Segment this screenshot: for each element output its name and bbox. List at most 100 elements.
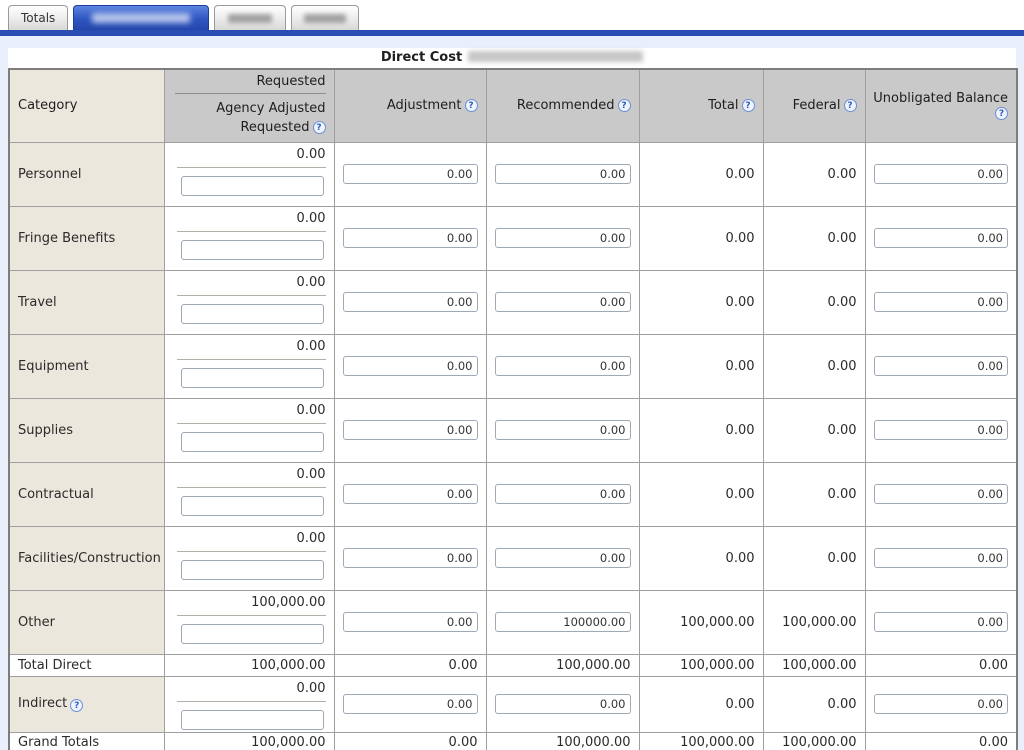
tab-totals[interactable]: Totals bbox=[8, 5, 69, 30]
recommended-input-cell bbox=[485, 141, 640, 207]
adjustment-input[interactable] bbox=[342, 420, 478, 441]
cell-divider bbox=[176, 358, 326, 360]
federal-value: 0.00 bbox=[762, 525, 866, 591]
column-header-category: Category bbox=[8, 68, 165, 143]
agency-adjusted-requested-input[interactable] bbox=[180, 303, 324, 324]
unobligated-balance-input[interactable] bbox=[873, 420, 1008, 441]
table-row-equipment: Equipment 0.00 0.00 0.00 bbox=[8, 333, 1018, 399]
federal-value: 100,000.00 bbox=[762, 589, 866, 655]
requested-value: 0.00 bbox=[296, 680, 326, 696]
unobligated-total-value: 0.00 bbox=[864, 653, 1018, 677]
requested-header-label: Requested bbox=[256, 74, 326, 89]
category-label: Grand Totals bbox=[18, 735, 100, 750]
help-icon[interactable]: ? bbox=[741, 99, 755, 113]
adjustment-input-cell bbox=[333, 205, 487, 271]
agency-adjusted-requested-input[interactable] bbox=[180, 431, 324, 452]
unobligated-balance-input[interactable] bbox=[873, 694, 1008, 715]
federal-value: 0.00 bbox=[762, 461, 866, 527]
requested-value: 0.00 bbox=[296, 466, 326, 482]
cell-divider bbox=[176, 422, 326, 424]
adjustment-total-value: 0.00 bbox=[333, 653, 487, 677]
column-header-adjustment: Adjustment? bbox=[333, 68, 487, 143]
unobligated-balance-input[interactable] bbox=[873, 292, 1008, 313]
unobligated-balance-input-cell bbox=[864, 525, 1018, 591]
total-value: 0.00 bbox=[638, 205, 764, 271]
recommended-input[interactable] bbox=[494, 292, 631, 313]
recommended-input[interactable] bbox=[494, 548, 631, 569]
agency-adjusted-requested-input[interactable] bbox=[180, 175, 324, 196]
table-row-grand-totals: Grand Totals 100,000.00 0.00 100,000.00 100,… bbox=[8, 731, 1018, 750]
agency-adjusted-requested-input[interactable] bbox=[180, 623, 324, 644]
requested-value: 100,000.00 bbox=[251, 594, 326, 610]
recommended-input[interactable] bbox=[494, 694, 631, 715]
adjustment-input-cell bbox=[333, 269, 487, 335]
recommended-input[interactable] bbox=[494, 228, 631, 249]
help-icon[interactable]: ? bbox=[843, 99, 857, 113]
requested-cell: 0.00 bbox=[163, 205, 335, 271]
unobligated-balance-input-cell bbox=[864, 461, 1018, 527]
column-header-total: Total? bbox=[638, 68, 764, 143]
help-icon[interactable]: ? bbox=[464, 99, 478, 113]
adjustment-input[interactable] bbox=[342, 228, 478, 249]
help-icon[interactable]: ? bbox=[617, 99, 631, 113]
total-value: 0.00 bbox=[638, 461, 764, 527]
redacted-tab-label bbox=[304, 13, 347, 23]
unobligated-balance-input[interactable] bbox=[873, 164, 1008, 185]
adjustment-input[interactable] bbox=[342, 164, 478, 185]
recommended-total-value: 100,000.00 bbox=[485, 731, 640, 750]
requested-cell: 0.00 bbox=[163, 269, 335, 335]
adjustment-input[interactable] bbox=[342, 548, 478, 569]
unobligated-balance-input[interactable] bbox=[873, 356, 1008, 377]
category-cell: Personnel bbox=[8, 141, 165, 207]
unobligated-balance-input[interactable] bbox=[873, 548, 1008, 569]
requested-value: 0.00 bbox=[296, 530, 326, 546]
recommended-input[interactable] bbox=[494, 484, 631, 505]
table-row-facilities-construction: Facilities/Construction 0.00 0.00 0.00 bbox=[8, 525, 1018, 591]
requested-value: 0.00 bbox=[296, 338, 326, 354]
category-label: Personnel bbox=[18, 166, 82, 182]
adjustment-input-cell bbox=[333, 397, 487, 463]
tab-active-redacted[interactable] bbox=[73, 5, 210, 30]
recommended-input[interactable] bbox=[494, 164, 631, 185]
recommended-input[interactable] bbox=[494, 356, 631, 377]
requested-cell: 0.00 bbox=[163, 141, 335, 207]
recommended-input[interactable] bbox=[494, 612, 631, 633]
agency-adjusted-requested-input[interactable] bbox=[180, 559, 324, 580]
tab-redacted-2[interactable] bbox=[214, 5, 287, 30]
help-icon[interactable]: ? bbox=[995, 106, 1008, 120]
adjustment-input[interactable] bbox=[342, 694, 478, 715]
federal-value: 100,000.00 bbox=[762, 731, 866, 750]
unobligated-balance-input[interactable] bbox=[873, 484, 1008, 505]
adjustment-input[interactable] bbox=[342, 356, 478, 377]
adjustment-input-cell bbox=[333, 333, 487, 399]
unobligated-balance-input[interactable] bbox=[873, 612, 1008, 633]
help-icon[interactable]: ? bbox=[312, 120, 326, 134]
tab-redacted-3[interactable] bbox=[291, 5, 360, 30]
recommended-input[interactable] bbox=[494, 420, 631, 441]
unobligated-balance-input[interactable] bbox=[873, 228, 1008, 249]
category-label: Supplies bbox=[18, 422, 73, 438]
help-icon[interactable]: ? bbox=[70, 699, 84, 713]
tab-content-area: Direct Cost Category Requested Agency Ad… bbox=[0, 36, 1024, 750]
recommended-input-cell bbox=[485, 525, 640, 591]
tab-strip: Totals bbox=[0, 0, 1024, 30]
category-cell: Fringe Benefits bbox=[8, 205, 165, 271]
table-row-fringe-benefits: Fringe Benefits 0.00 0.00 0.00 bbox=[8, 205, 1018, 271]
agency-adjusted-requested-input[interactable] bbox=[180, 709, 324, 730]
adjustment-input[interactable] bbox=[342, 484, 478, 505]
total-value: 0.00 bbox=[638, 525, 764, 591]
column-header-requested: Requested Agency Adjusted Requested? bbox=[163, 68, 335, 143]
column-header-recommended: Recommended? bbox=[485, 68, 640, 143]
sheet-title: Direct Cost bbox=[8, 48, 1016, 68]
table-row-total-direct: Total Direct 100,000.00 0.00 100,000.00 100,… bbox=[8, 653, 1018, 677]
adjustment-input[interactable] bbox=[342, 612, 478, 633]
category-label: Other bbox=[18, 614, 55, 630]
agency-adjusted-requested-input[interactable] bbox=[180, 495, 324, 516]
unobligated-balance-input-cell bbox=[864, 675, 1018, 733]
requested-cell: 0.00 bbox=[163, 461, 335, 527]
adjustment-input[interactable] bbox=[342, 292, 478, 313]
requested-cell: 0.00 bbox=[163, 525, 335, 591]
agency-adjusted-requested-input[interactable] bbox=[180, 367, 324, 388]
agency-adjusted-requested-input[interactable] bbox=[180, 239, 324, 260]
requested-total-value: 100,000.00 bbox=[163, 731, 335, 750]
